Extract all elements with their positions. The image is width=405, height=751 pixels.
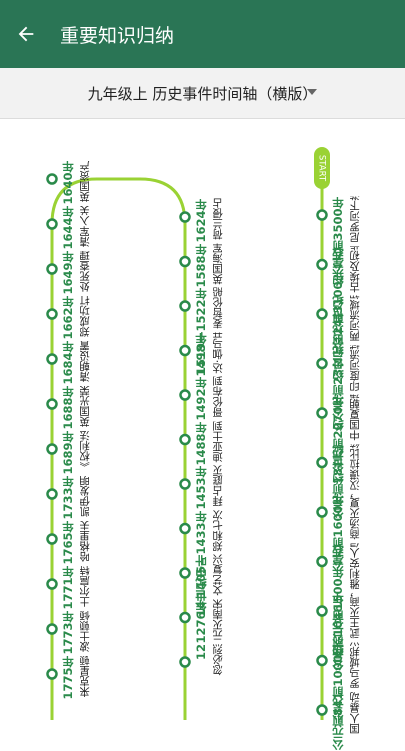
- event-year: 1644年: [61, 206, 75, 250]
- back-button[interactable]: [2, 10, 50, 58]
- timeline-node: [46, 398, 58, 410]
- event-text: 商汤灭夏，商朝建立: [350, 494, 361, 540]
- timeline-canvas[interactable]: START 约公元前3500年尼罗河下游出现小国；两河流域出现城邦国家公元前31…: [0, 119, 405, 751]
- timeline-node: [179, 567, 191, 579]
- timeline-node: [316, 506, 328, 518]
- event-year: 1688年: [61, 386, 75, 430]
- timeline-node: [46, 308, 58, 320]
- event-text: 土尔扈特部回归祖国: [80, 566, 91, 607]
- event-text: 英国资产阶级革命爆发: [80, 161, 91, 202]
- event-text: 《权利法案》签订；中俄签订《尼布楚条约》: [80, 431, 91, 472]
- timeline-node: [316, 704, 328, 716]
- timeline-node: [179, 389, 191, 401]
- event-text: 尼罗河下游出现小国；两河流域出现城邦国家: [350, 197, 361, 243]
- event-year: 1588年: [194, 243, 208, 288]
- timeline-node: [46, 533, 58, 545]
- timeline-node: [179, 300, 191, 312]
- timeline-dropdown[interactable]: 九年级上 历史事件时间轴（横版）: [0, 68, 405, 119]
- event-year: 1684年: [61, 341, 75, 385]
- event-text: 武王灭商，西周开始: [350, 593, 361, 639]
- event-text: 迪亚士到达非洲好望角: [213, 422, 224, 463]
- event-text: 拜占庭灭亡: [213, 466, 224, 507]
- event-year: 公元前841: [331, 692, 345, 751]
- timeline-node: [316, 407, 328, 419]
- event-text: 英国光荣革命: [80, 386, 91, 427]
- event-text: 来克星顿枪声: [80, 656, 91, 697]
- event-text: 雅利安人侵入印度: [350, 543, 361, 590]
- event-text: 国人暴动: [350, 692, 361, 734]
- event-year: 12: [194, 644, 208, 661]
- event-year: 1649年: [61, 251, 75, 295]
- event-text: 罗马城邦兴起；周王朝: [350, 643, 361, 689]
- timeline-node: [179, 255, 191, 268]
- timeline-node: [179, 522, 191, 535]
- event-year: 1733年: [61, 476, 75, 520]
- event-text: 忽必烈: [213, 644, 224, 676]
- event-year: 1771年: [61, 566, 75, 610]
- event-text: 清军入关: [80, 206, 91, 247]
- timeline-node: [316, 605, 328, 617]
- timeline-node: [179, 656, 191, 668]
- arrow-back-icon: [18, 26, 34, 42]
- timeline-node: [46, 173, 58, 185]
- timeline-node: [179, 611, 191, 624]
- timeline-node: [179, 211, 191, 223]
- event-text: 清朝设置台湾府: [80, 341, 91, 382]
- event-year: 1276年: [194, 599, 208, 644]
- page-title: 重要知识归纳: [60, 24, 175, 47]
- timeline-node: [46, 263, 58, 275]
- event-year: 1453年: [194, 466, 208, 510]
- event-year: 1689年: [61, 431, 75, 475]
- timeline-node: [316, 555, 328, 568]
- event-text: 汉谟拉比统一两河流域中下游地区: [350, 445, 361, 491]
- timeline-node: [46, 353, 58, 365]
- event-text: 凯伊发明飞梭: [80, 476, 91, 517]
- timeline-node: [316, 258, 328, 271]
- event-year: 1624年: [194, 199, 208, 243]
- timeline-node: [316, 357, 328, 370]
- event-year: 1488年: [194, 421, 208, 466]
- event-text: 处死查理一世: [80, 251, 91, 292]
- timeline-node: [316, 456, 328, 469]
- event-year: 1498年: [194, 332, 208, 377]
- event-text: 哥伦布到达美洲: [213, 377, 224, 418]
- event-text: 中国夏朝建立: [350, 395, 361, 441]
- event-text: 文艺复兴开始: [213, 555, 224, 596]
- event-text: 麦哲伦船队环球航行: [213, 288, 224, 329]
- event-text: 元灭南宋: [213, 599, 224, 641]
- app-bar: 重要知识归纳: [0, 0, 405, 68]
- timeline-node: [179, 344, 191, 357]
- timeline-node: [46, 623, 58, 635]
- event-text: 印度河流域出现早期文明: [350, 346, 361, 392]
- timeline-node: [46, 578, 58, 590]
- timeline-node: [179, 433, 191, 446]
- start-badge-label: START: [317, 155, 327, 182]
- dropdown-selected-value: 九年级上 历史事件时间轴（横版）: [87, 84, 318, 103]
- timeline-node: [316, 209, 328, 221]
- event-year: 1492年: [194, 377, 208, 421]
- event-year: 1662年: [61, 296, 75, 340]
- event-text: 英国海军打败西班牙“无敌舰队”: [213, 244, 224, 285]
- timeline-node: [46, 668, 58, 680]
- event-year: 1765年: [61, 521, 75, 565]
- event-year: 1773年: [61, 611, 75, 655]
- event-year: 1775年: [61, 656, 75, 700]
- event-text: 两河流域初步统一: [350, 296, 361, 342]
- timeline-node: [46, 443, 58, 455]
- caret-down-icon: [307, 89, 317, 95]
- event-text: 达·伽马开辟到达印度的新航路: [213, 333, 224, 374]
- event-text: 郑成功打败荷兰殖民者，收复台湾: [80, 296, 91, 337]
- event-text: 荷兰侵占我国台湾: [213, 199, 224, 240]
- event-text: 哈格里夫斯发明“珍妮机”，第一次工业革命开始: [80, 521, 91, 562]
- timeline-node: [316, 308, 328, 320]
- event-text: 郑和七次下西洋: [213, 510, 224, 552]
- event-text: 古埃及初步统一: [350, 246, 361, 293]
- timeline-node: [316, 654, 328, 667]
- timeline-node: [46, 218, 58, 230]
- timeline-node: [179, 478, 191, 490]
- timeline-node: [46, 488, 58, 500]
- event-year: 1640年: [61, 161, 75, 205]
- event-text: 波士顿倾茶事件: [80, 611, 91, 652]
